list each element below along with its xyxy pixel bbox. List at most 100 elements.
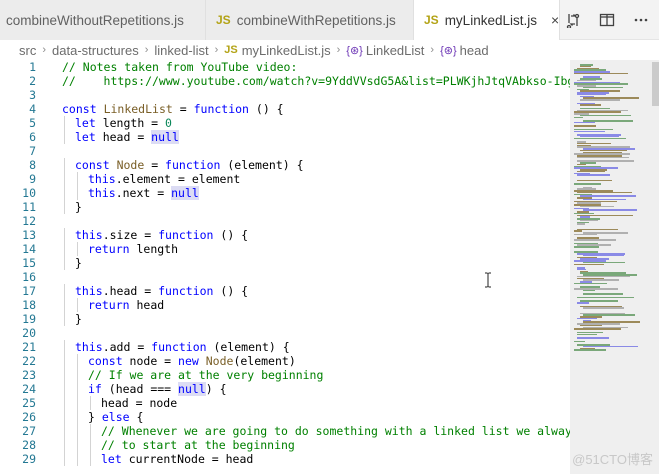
indent-guide [77, 396, 78, 410]
code-token: () { [248, 102, 284, 116]
code-line[interactable]: 13 this.size = function () { [0, 228, 570, 242]
tab-label: myLinkedList.js [444, 12, 537, 28]
code-line[interactable]: 19} [0, 312, 570, 326]
code-token: new [178, 354, 199, 368]
minimap-line [580, 104, 601, 106]
line-number: 24 [22, 382, 36, 396]
vertical-scrollbar[interactable] [652, 62, 659, 106]
tab-combine-with-repetitions[interactable]: JS combineWithRepetitions.js [206, 0, 414, 40]
breadcrumb-linked-list[interactable]: linked-list [154, 43, 208, 58]
minimap-line [574, 246, 599, 248]
code-token: } [75, 200, 82, 214]
code-token: head = [95, 130, 152, 144]
minimap-line [574, 130, 605, 132]
code-line[interactable]: 1 // Notes taken from YouTube video: [0, 60, 570, 74]
js-file-icon: JS [216, 13, 231, 27]
minimap[interactable] [570, 60, 659, 474]
minimap-line [577, 302, 589, 304]
code-token: this [75, 340, 103, 354]
indent-guide [90, 396, 91, 410]
split-editor-icon[interactable] [599, 12, 615, 28]
editor-tab-bar: combineWithoutRepetitions.js JS combineW… [0, 0, 659, 40]
code-text: // https://www.youtube.com/watch?v=9YddV… [62, 74, 570, 88]
code-text: let currentNode = head [101, 452, 253, 466]
indent-guide [64, 200, 65, 214]
code-text: this.head = function () { [75, 284, 248, 298]
code-line[interactable]: 22 const node = new Node(element) [0, 354, 570, 368]
code-line[interactable]: 9 this.element = element [0, 172, 570, 186]
code-line[interactable]: 6 let head = null [0, 130, 570, 144]
code-line[interactable]: 29 let currentNode = head [0, 452, 570, 466]
code-line[interactable]: 15} [0, 256, 570, 270]
code-token: const [75, 158, 110, 172]
code-line[interactable]: 24 if (head === null) { [0, 382, 570, 396]
breadcrumb-symbol-head[interactable]: head [460, 43, 489, 58]
chevron-right-icon: › [42, 44, 47, 56]
line-number: 23 [22, 368, 36, 382]
code-line[interactable]: 18 return head [0, 298, 570, 312]
code-line[interactable]: 25 head = node [0, 396, 570, 410]
code-line[interactable]: 20 [0, 326, 570, 340]
tab-my-linked-list[interactable]: JS myLinkedList.js × [414, 0, 560, 40]
code-token: 0 [165, 116, 172, 130]
line-number: 5 [29, 116, 36, 130]
code-text: } else { [88, 410, 143, 424]
indent-guide [64, 438, 65, 452]
minimap-line [577, 174, 610, 176]
code-editor[interactable]: 1 // Notes taken from YouTube video: 2 // h… [0, 60, 570, 474]
code-token: } [88, 410, 102, 424]
code-token: function [158, 228, 214, 242]
code-token: ) { [205, 382, 227, 396]
more-icon[interactable] [633, 12, 649, 28]
code-token: (element) { [206, 340, 290, 354]
code-line[interactable]: 23 // If we are at the very beginning [0, 368, 570, 382]
code-line[interactable]: 4 const LinkedList = function () { [0, 102, 570, 116]
breadcrumb-data-structures[interactable]: data-structures [52, 43, 139, 58]
code-line[interactable]: 11} [0, 200, 570, 214]
code-line[interactable]: 8 const Node = function (element) { [0, 158, 570, 172]
code-line[interactable]: 21 this.add = function (element) { [0, 340, 570, 354]
line-number: 18 [22, 298, 36, 312]
line-number: 7 [29, 144, 36, 158]
indent-guide [64, 242, 65, 256]
code-text: // Whenever we are going to do something… [101, 424, 570, 438]
minimap-line [577, 337, 609, 339]
line-number: 27 [22, 424, 36, 438]
indent-guide [64, 130, 65, 144]
minimap-line [577, 179, 612, 181]
close-icon[interactable]: × [551, 12, 559, 28]
code-text: } [75, 200, 82, 214]
indent-guide [64, 312, 65, 326]
indent-guide [77, 186, 78, 200]
code-line[interactable]: 27 // Whenever we are going to do somethi… [0, 424, 570, 438]
indent-guide [64, 354, 65, 368]
breadcrumb-src[interactable]: src [19, 43, 36, 58]
code-token: Node [205, 354, 234, 368]
code-token: .add = [102, 340, 152, 354]
code-line[interactable]: 5 let length = 0 [0, 116, 570, 130]
open-changes-icon[interactable] [565, 12, 581, 28]
code-token: this [88, 186, 116, 200]
minimap-line [574, 288, 618, 290]
line-number: 16 [22, 270, 36, 284]
code-token: (element) { [220, 158, 304, 172]
code-line[interactable]: 12 [0, 214, 570, 228]
code-line[interactable]: 26} else { [0, 410, 570, 424]
line-number: 15 [22, 256, 36, 270]
breadcrumb-file[interactable]: myLinkedList.js [242, 43, 331, 58]
code-token: // If we are at the very beginning [88, 368, 324, 382]
line-number: 9 [29, 172, 36, 186]
code-line[interactable]: 7 [0, 144, 570, 158]
code-line[interactable]: 10 this.next = null [0, 186, 570, 200]
code-line[interactable]: 3 [0, 88, 570, 102]
breadcrumb-symbol-linkedlist[interactable]: LinkedList [366, 43, 425, 58]
code-line[interactable]: 2 // https://www.youtube.com/watch?v=9Ydd… [0, 74, 570, 88]
code-text: const LinkedList = function () { [62, 102, 284, 116]
code-token: .head = [102, 284, 159, 298]
line-number: 2 [29, 74, 36, 88]
code-line[interactable]: 28 // to start at the beginning [0, 438, 570, 452]
tab-combine-without-repetitions[interactable]: combineWithoutRepetitions.js [0, 0, 206, 40]
code-line[interactable]: 14 return length [0, 242, 570, 256]
